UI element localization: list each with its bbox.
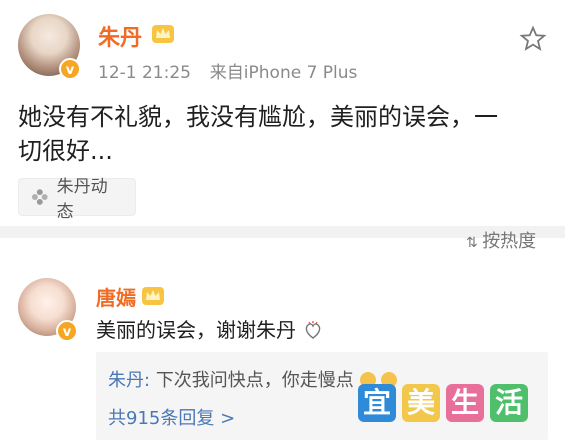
sort-label: 按热度: [482, 231, 537, 251]
watermark-char-2: 美: [402, 384, 440, 422]
reply-author-link[interactable]: 朱丹:: [108, 370, 150, 391]
watermark-char-1: 宜: [358, 384, 396, 422]
comment-text: 美丽的误会，谢谢朱丹: [96, 318, 296, 342]
topic-tag-button[interactable]: 朱丹动态: [18, 177, 136, 222]
post-time: 12-1 21:25: [98, 63, 191, 83]
reply-text: 下次我问快点，你走慢点: [155, 370, 354, 391]
heart-hands-emoji-icon: [306, 321, 321, 339]
watermark: 宜 美 生 活: [358, 384, 528, 422]
reply-line: 朱丹: 下次我问快点，你走慢点: [108, 366, 398, 392]
watermark-char-3: 生: [446, 384, 484, 422]
sort-control[interactable]: ⇅ 按热度: [466, 231, 536, 251]
post-text-line-2: 切很好...: [18, 137, 113, 165]
comment-author-name[interactable]: 唐嫣: [96, 282, 136, 311]
sort-icon: ⇅: [466, 235, 483, 251]
favorite-star-icon[interactable]: [518, 24, 548, 54]
post-text-line-1: 她没有不礼貌，我没有尴尬，美丽的误会，一: [18, 103, 498, 131]
more-replies-link[interactable]: 共915条回复 >: [108, 404, 235, 430]
watermark-char-4: 活: [490, 384, 528, 422]
topic-tag-label: 朱丹动态: [56, 177, 108, 222]
crown-icon: [152, 25, 174, 43]
post-meta: 12-1 21:25 来自iPhone 7 Plus: [98, 58, 357, 83]
commenter-verified-badge-icon: v: [56, 320, 78, 342]
post-author-name[interactable]: 朱丹: [98, 20, 142, 52]
post-source: 来自iPhone 7 Plus: [209, 63, 358, 83]
verified-badge-icon: v: [59, 58, 81, 80]
comment-content: 美丽的误会，谢谢朱丹: [96, 314, 324, 343]
commenter-crown-icon: [142, 287, 164, 305]
pinwheel-icon: [31, 189, 48, 205]
